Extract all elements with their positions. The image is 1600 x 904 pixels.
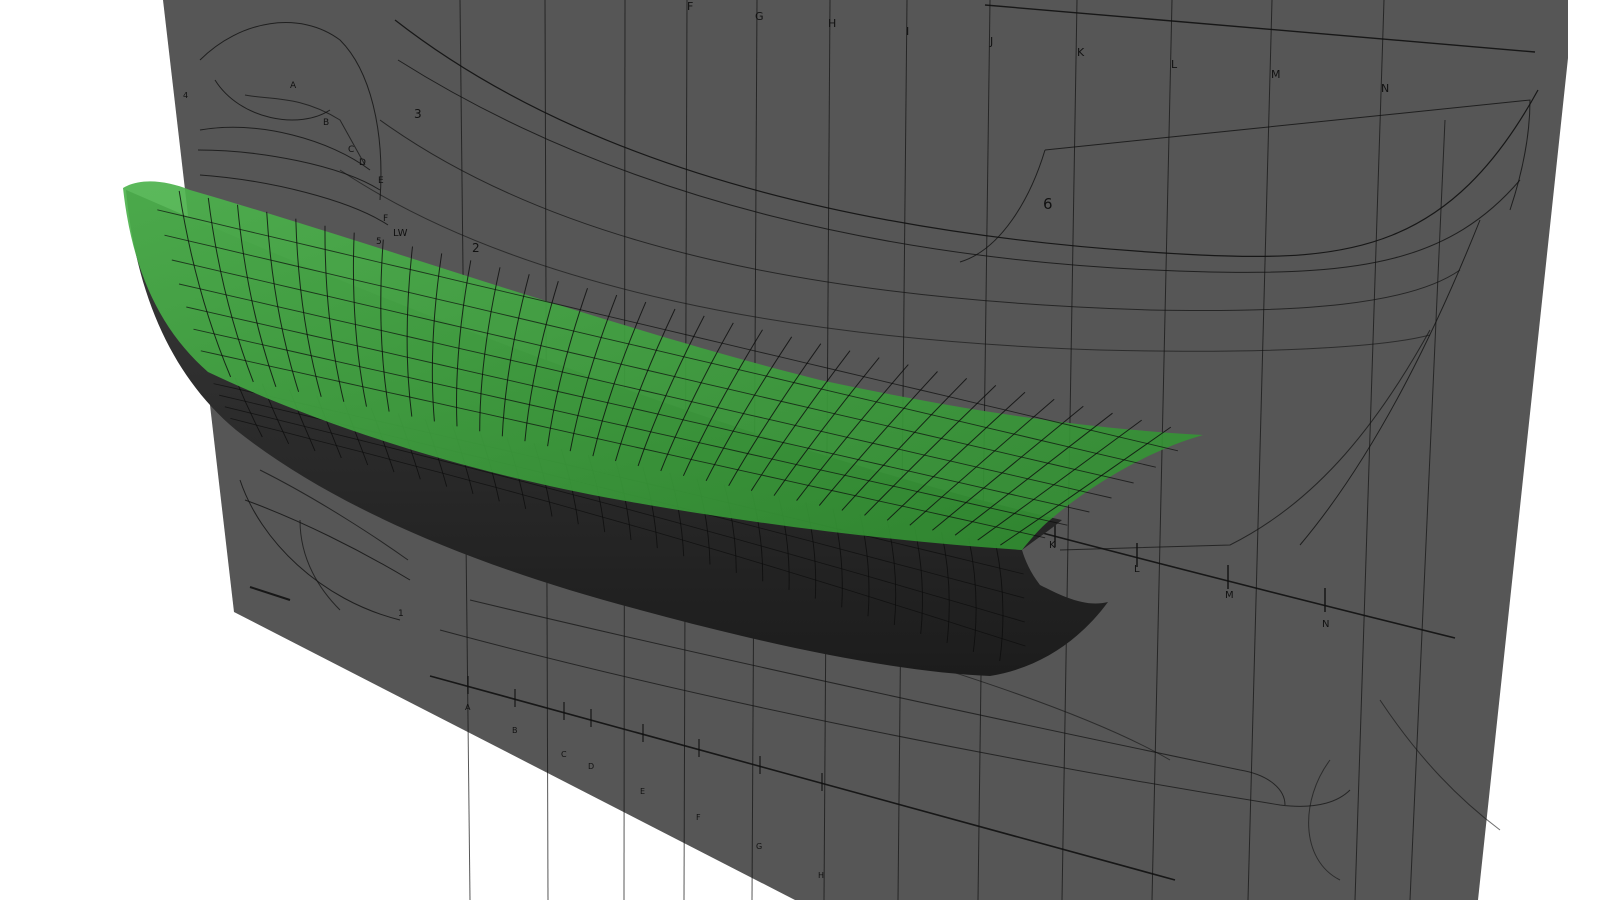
label-bot-h: H [818, 871, 824, 880]
label-mid-k: K [1049, 540, 1056, 551]
label-top-g: G [755, 10, 764, 23]
label-bot-a: A [465, 703, 471, 712]
label-top-k: K [1077, 46, 1085, 59]
label-body-e: E [378, 176, 384, 186]
label-top-f: F [687, 0, 693, 13]
label-body-c: C [348, 145, 354, 155]
label-num-6: 6 [1043, 195, 1053, 213]
label-top-i: I [906, 25, 909, 38]
label-bot-e: E [640, 787, 645, 796]
label-body-a: A [290, 81, 297, 91]
label-mid-l: L [1134, 564, 1140, 575]
label-top-l: L [1171, 58, 1178, 71]
label-num-2: 2 [472, 241, 480, 255]
label-bot-d: D [588, 762, 594, 771]
label-bot-c: C [561, 750, 567, 759]
label-body-d: D [359, 158, 366, 168]
label-num-5: 5 [376, 237, 382, 247]
label-bot-g: G [756, 842, 762, 851]
label-body-b: B [323, 118, 329, 128]
label-mid-n: N [1322, 619, 1329, 630]
label-top-n: N [1381, 82, 1389, 95]
label-mid-m: M [1225, 590, 1234, 601]
label-bot-f: F [696, 813, 701, 822]
label-body-f: F [383, 214, 388, 224]
label-top-m: M [1271, 68, 1281, 81]
3d-viewport[interactable]: F G H I J K L M N A B C D E F G H K L M … [0, 0, 1600, 901]
label-bot-b: B [512, 726, 518, 735]
label-num-3: 3 [414, 107, 422, 121]
label-top-h: H [828, 17, 836, 30]
label-top-j: J [989, 35, 993, 48]
scene-canvas[interactable]: F G H I J K L M N A B C D E F G H K L M … [0, 0, 1600, 901]
label-num-1: 1 [398, 609, 404, 619]
label-waterline: LW [393, 228, 408, 239]
label-num-4: 4 [183, 91, 188, 100]
